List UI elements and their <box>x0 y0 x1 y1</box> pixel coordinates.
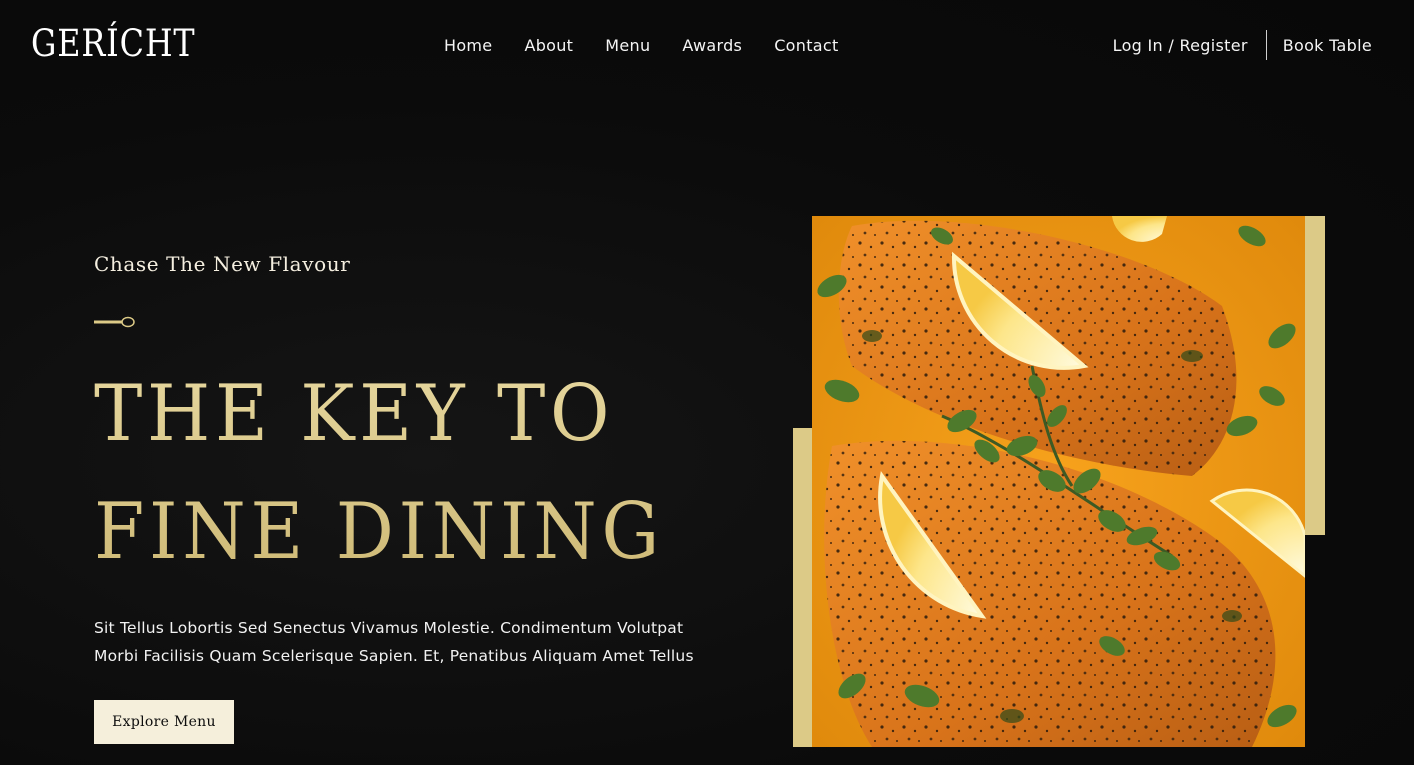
nav-link-home[interactable]: Home <box>444 36 492 55</box>
nav-link-contact[interactable]: Contact <box>774 36 838 55</box>
nav-link-menu[interactable]: Menu <box>605 36 650 55</box>
hero-headline-line1: THE KEY TO <box>94 369 615 459</box>
nav-actions: Log In / Register Book Table <box>1113 30 1372 60</box>
hero-description-line1: Sit Tellus Lobortis Sed Senectus Vivamus… <box>94 619 684 637</box>
nav-links: Home About Menu Awards Contact <box>444 36 871 55</box>
explore-menu-button[interactable]: Explore Menu <box>94 700 234 744</box>
hero-headline-line2: FINE DINING <box>94 487 664 577</box>
image-accent-bar-right <box>1305 216 1325 535</box>
login-register-link[interactable]: Log In / Register <box>1113 36 1248 55</box>
hero-subtitle: Chase The New Flavour <box>94 252 351 276</box>
nav-link-about[interactable]: About <box>524 36 573 55</box>
hero-food-image <box>812 216 1305 747</box>
book-table-link[interactable]: Book Table <box>1283 36 1372 55</box>
hero-headline: THE KEY TO FINE DINING <box>94 355 664 591</box>
brand-logo[interactable]: GERÍCHT <box>31 22 196 65</box>
hero-description: Sit Tellus Lobortis Sed Senectus Vivamus… <box>94 614 734 670</box>
nav-divider <box>1265 30 1267 60</box>
spoon-icon <box>94 316 135 328</box>
hero-description-line2: Morbi Facilisis Quam Scelerisque Sapien.… <box>94 647 694 665</box>
image-accent-bar-left <box>793 428 812 747</box>
nav-link-awards[interactable]: Awards <box>682 36 742 55</box>
